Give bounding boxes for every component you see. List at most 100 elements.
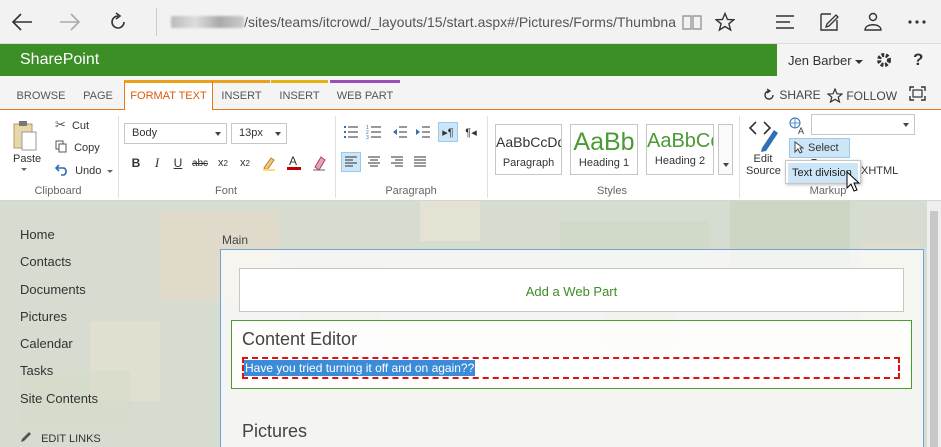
- styles-scroll[interactable]: [718, 124, 733, 175]
- tab-insert[interactable]: INSERT: [213, 80, 270, 110]
- suite-user-area: Jen Barber ?: [777, 44, 941, 76]
- edit-source-label-1: Edit: [753, 153, 773, 165]
- paste-dropdown-icon[interactable]: [21, 168, 27, 171]
- group-divider: [487, 116, 488, 198]
- underline-button[interactable]: U: [168, 153, 188, 173]
- styles-group-label: Styles: [597, 185, 627, 197]
- hub-icon[interactable]: [769, 6, 801, 38]
- selected-text[interactable]: Have you tried turning it off and on aga…: [244, 360, 476, 376]
- edit-links-button[interactable]: EDIT LINKS: [20, 431, 101, 445]
- user-name: Jen Barber: [788, 53, 852, 68]
- font-size-value: 13px: [239, 127, 263, 139]
- select-button[interactable]: Select: [789, 138, 850, 162]
- reading-view-icon[interactable]: [676, 6, 708, 38]
- url-host-blurred: [171, 16, 245, 28]
- align-right-icon[interactable]: [387, 152, 407, 172]
- ribbon-tab-strip: BROWSE PAGE FORMAT TEXT INSERT INSERT WE…: [0, 76, 941, 111]
- address-bar[interactable]: /sites/teams/itcrowd/_layouts/15/start.a…: [156, 8, 676, 36]
- style-heading-1[interactable]: AaBb Heading 1: [570, 124, 638, 175]
- paste-icon[interactable]: [12, 120, 38, 155]
- align-center-icon[interactable]: [364, 152, 384, 172]
- superscript-button[interactable]: x2: [235, 153, 255, 173]
- clear-format-icon[interactable]: [309, 153, 329, 173]
- style-paragraph[interactable]: AaBbCcDdE Paragraph: [495, 124, 562, 175]
- select-label: Select: [808, 142, 839, 154]
- svg-text:3: 3: [366, 135, 369, 139]
- ribbon-body: Paste ✂ Cut Copy Undo Clipboard Body 13p…: [0, 110, 941, 201]
- style-name: Heading 2: [654, 155, 706, 167]
- undo-dropdown-icon[interactable]: [107, 169, 114, 173]
- focus-content-icon[interactable]: [909, 86, 926, 104]
- web-note-icon[interactable]: [813, 6, 845, 38]
- strikethrough-button[interactable]: abc: [190, 153, 210, 173]
- nav-item-tasks[interactable]: Tasks: [20, 363, 53, 378]
- font-style-select[interactable]: Body: [124, 123, 227, 144]
- svg-text:A: A: [289, 154, 297, 168]
- cursor-arrow-icon: [794, 141, 805, 157]
- refresh-icon[interactable]: [102, 6, 134, 38]
- nav-item-home[interactable]: Home: [20, 227, 55, 242]
- rtl-direction-icon[interactable]: ¶◂: [461, 122, 481, 142]
- nav-item-calendar[interactable]: Calendar: [20, 336, 73, 351]
- cut-button[interactable]: ✂ Cut: [55, 117, 89, 133]
- edit-source-label-2: Source: [746, 165, 781, 177]
- subscript-button[interactable]: x2: [213, 153, 233, 173]
- bullets-icon[interactable]: [341, 122, 361, 142]
- highlight-icon[interactable]: [259, 153, 279, 173]
- zone-label: Main: [222, 233, 249, 247]
- nav-item-pictures[interactable]: Pictures: [20, 309, 67, 324]
- suite-title[interactable]: SharePoint: [20, 51, 99, 69]
- nav-item-site-contents[interactable]: Site Contents: [20, 391, 98, 406]
- tab-page[interactable]: PAGE: [76, 80, 120, 110]
- refresh-share-icon: [764, 88, 774, 100]
- tab-web-part[interactable]: WEB PART: [330, 80, 400, 110]
- chevron-down-icon: [854, 59, 863, 64]
- numbering-icon[interactable]: 123: [364, 122, 384, 142]
- convert-xhtml-button[interactable]: XHTML: [861, 165, 898, 177]
- cut-label: Cut: [71, 120, 90, 132]
- nav-item-documents[interactable]: Documents: [20, 282, 86, 297]
- forward-icon[interactable]: [54, 6, 86, 38]
- copy-button[interactable]: Copy: [55, 140, 100, 154]
- tab-format-text[interactable]: FORMAT TEXT: [124, 80, 213, 111]
- font-size-select[interactable]: 13px: [231, 123, 287, 144]
- language-icon[interactable]: A: [789, 117, 807, 138]
- italic-button[interactable]: I: [147, 153, 167, 173]
- copy-icon: [55, 140, 68, 154]
- edit-source-icon[interactable]: [748, 118, 780, 155]
- clipboard-group-label: Clipboard: [34, 185, 82, 197]
- gear-icon[interactable]: [875, 51, 893, 72]
- justify-icon[interactable]: [410, 152, 430, 172]
- tab-insert-tools[interactable]: INSERT: [271, 80, 328, 110]
- edit-source-button[interactable]: Edit Source: [746, 153, 781, 177]
- paragraph-group-label: Paragraph: [385, 185, 437, 197]
- user-menu[interactable]: Jen Barber: [788, 53, 863, 68]
- paste-button[interactable]: Paste: [13, 153, 41, 165]
- favorite-star-icon[interactable]: [709, 6, 741, 38]
- style-heading-2[interactable]: AaBbCc Heading 2: [646, 124, 714, 175]
- share-browser-icon[interactable]: [857, 6, 889, 38]
- decrease-indent-icon[interactable]: [390, 122, 410, 142]
- url-text: /sites/teams/itcrowd/_layouts/15/start.a…: [244, 14, 676, 30]
- scrollbar-thumb[interactable]: [930, 211, 938, 447]
- back-icon[interactable]: [6, 6, 38, 38]
- language-select[interactable]: [811, 114, 915, 135]
- more-icon[interactable]: [901, 6, 933, 38]
- follow-action[interactable]: FOLLOW: [826, 87, 897, 104]
- page-scrollbar[interactable]: [927, 201, 941, 447]
- tab-browse[interactable]: BROWSE: [10, 80, 72, 110]
- chevron-down-icon: [903, 123, 909, 127]
- bold-button[interactable]: B: [126, 153, 146, 173]
- font-color-icon[interactable]: A: [284, 152, 304, 172]
- share-action[interactable]: SHARE: [762, 88, 821, 102]
- chevron-down-icon: [723, 163, 729, 167]
- content-editor-title: Content Editor: [242, 329, 358, 349]
- copy-label: Copy: [74, 142, 100, 154]
- undo-button[interactable]: Undo: [54, 164, 114, 177]
- ltr-direction-icon[interactable]: ▸¶: [438, 122, 458, 142]
- help-icon[interactable]: ?: [913, 50, 923, 70]
- increase-indent-icon[interactable]: [413, 122, 433, 142]
- align-left-icon[interactable]: [341, 152, 361, 172]
- nav-item-contacts[interactable]: Contacts: [20, 254, 71, 269]
- add-web-part-button[interactable]: Add a Web Part: [239, 268, 904, 312]
